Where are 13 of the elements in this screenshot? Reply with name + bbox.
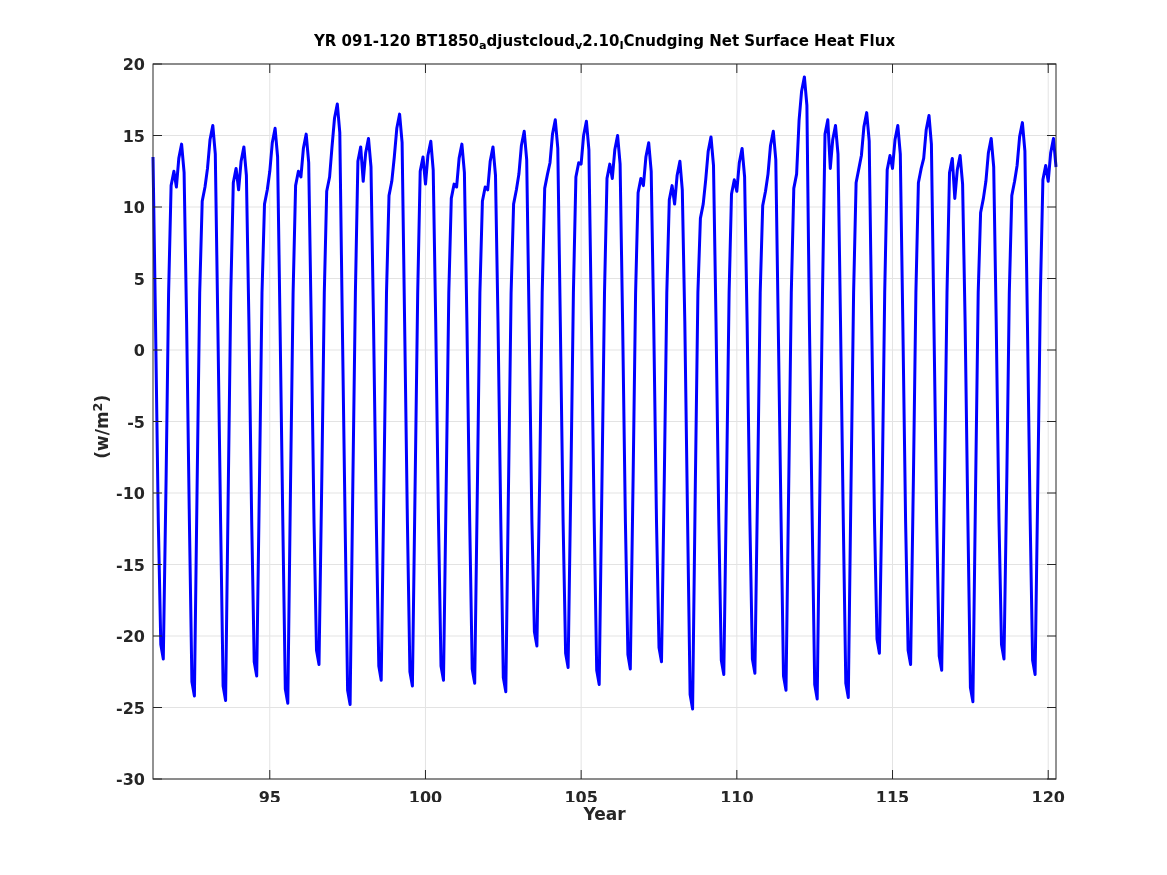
tick-label: 0 — [133, 341, 145, 360]
tick-label: -25 — [116, 698, 145, 718]
tick-label: -10 — [116, 484, 145, 503]
tick-label: -20 — [116, 627, 145, 646]
tick-label: -15 — [116, 555, 145, 575]
tick-label: 5 — [133, 269, 145, 289]
x-axis-label: Year — [583, 803, 626, 826]
tick-label: 15 — [122, 126, 145, 146]
chart-title: YR 091-120 BT1850$_{a}$djustcloud$_{v}$2.10$_{I}$Cnudging Net Surface Heat Flux — [312, 31, 897, 52]
tick-label: -30 — [116, 770, 145, 789]
tick-label: 10 — [122, 198, 145, 217]
tick-label: -5 — [127, 412, 145, 432]
tick-label: 20 — [122, 55, 145, 74]
